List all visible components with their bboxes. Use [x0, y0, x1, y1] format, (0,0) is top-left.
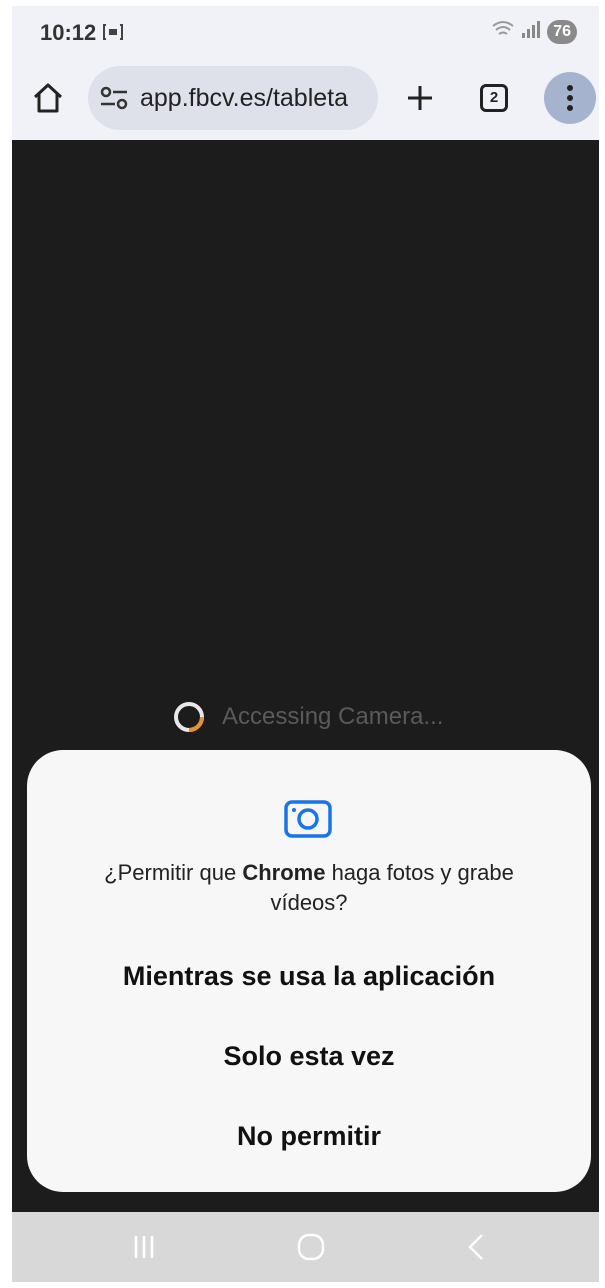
status-time: 10:12	[40, 20, 97, 45]
url-text[interactable]: app.fbcv.es/tableta	[140, 84, 348, 113]
address-bar[interactable]: app.fbcv.es/tableta	[88, 66, 378, 130]
wifi-icon	[491, 19, 515, 44]
permission-message: ¿Permitir que Chrome haga fotos y grabe …	[67, 858, 551, 918]
app-name: Chrome	[242, 860, 326, 885]
camera-icon	[284, 800, 332, 838]
tune-icon[interactable]	[98, 82, 130, 114]
signal-icon	[521, 19, 541, 44]
allow-once-button[interactable]: Solo esta vez	[27, 1026, 591, 1086]
message-prefix: ¿Permitir que	[104, 860, 243, 885]
status-bar: 10:12 76	[12, 6, 599, 60]
loading-indicator: Accessing Camera...	[172, 700, 443, 734]
back-icon[interactable]	[464, 1232, 488, 1267]
browser-toolbar: app.fbcv.es/tableta 2	[12, 60, 599, 140]
screencast-icon	[103, 21, 123, 48]
battery-indicator: 76	[547, 19, 577, 44]
loading-text: Accessing Camera...	[222, 703, 444, 730]
recents-icon[interactable]	[132, 1232, 156, 1267]
home-button[interactable]	[30, 80, 66, 116]
tab-switcher-button[interactable]: 2	[480, 84, 508, 112]
spinner-icon	[174, 702, 204, 732]
deny-button[interactable]: No permitir	[27, 1106, 591, 1166]
allow-while-using-button[interactable]: Mientras se usa la aplicación	[27, 946, 591, 1006]
permission-dialog: ¿Permitir que Chrome haga fotos y grabe …	[27, 750, 591, 1192]
more-vert-icon[interactable]	[544, 72, 596, 124]
home-circle-icon[interactable]	[296, 1232, 326, 1267]
system-nav-bar	[12, 1212, 599, 1282]
status-right: 76	[491, 19, 577, 44]
phone-screen: 10:12 76 app.fbcv.es/tableta 2 Accessing…	[12, 6, 599, 1282]
home-icon	[33, 83, 63, 113]
plus-icon	[408, 86, 432, 110]
new-tab-button[interactable]	[402, 80, 438, 116]
